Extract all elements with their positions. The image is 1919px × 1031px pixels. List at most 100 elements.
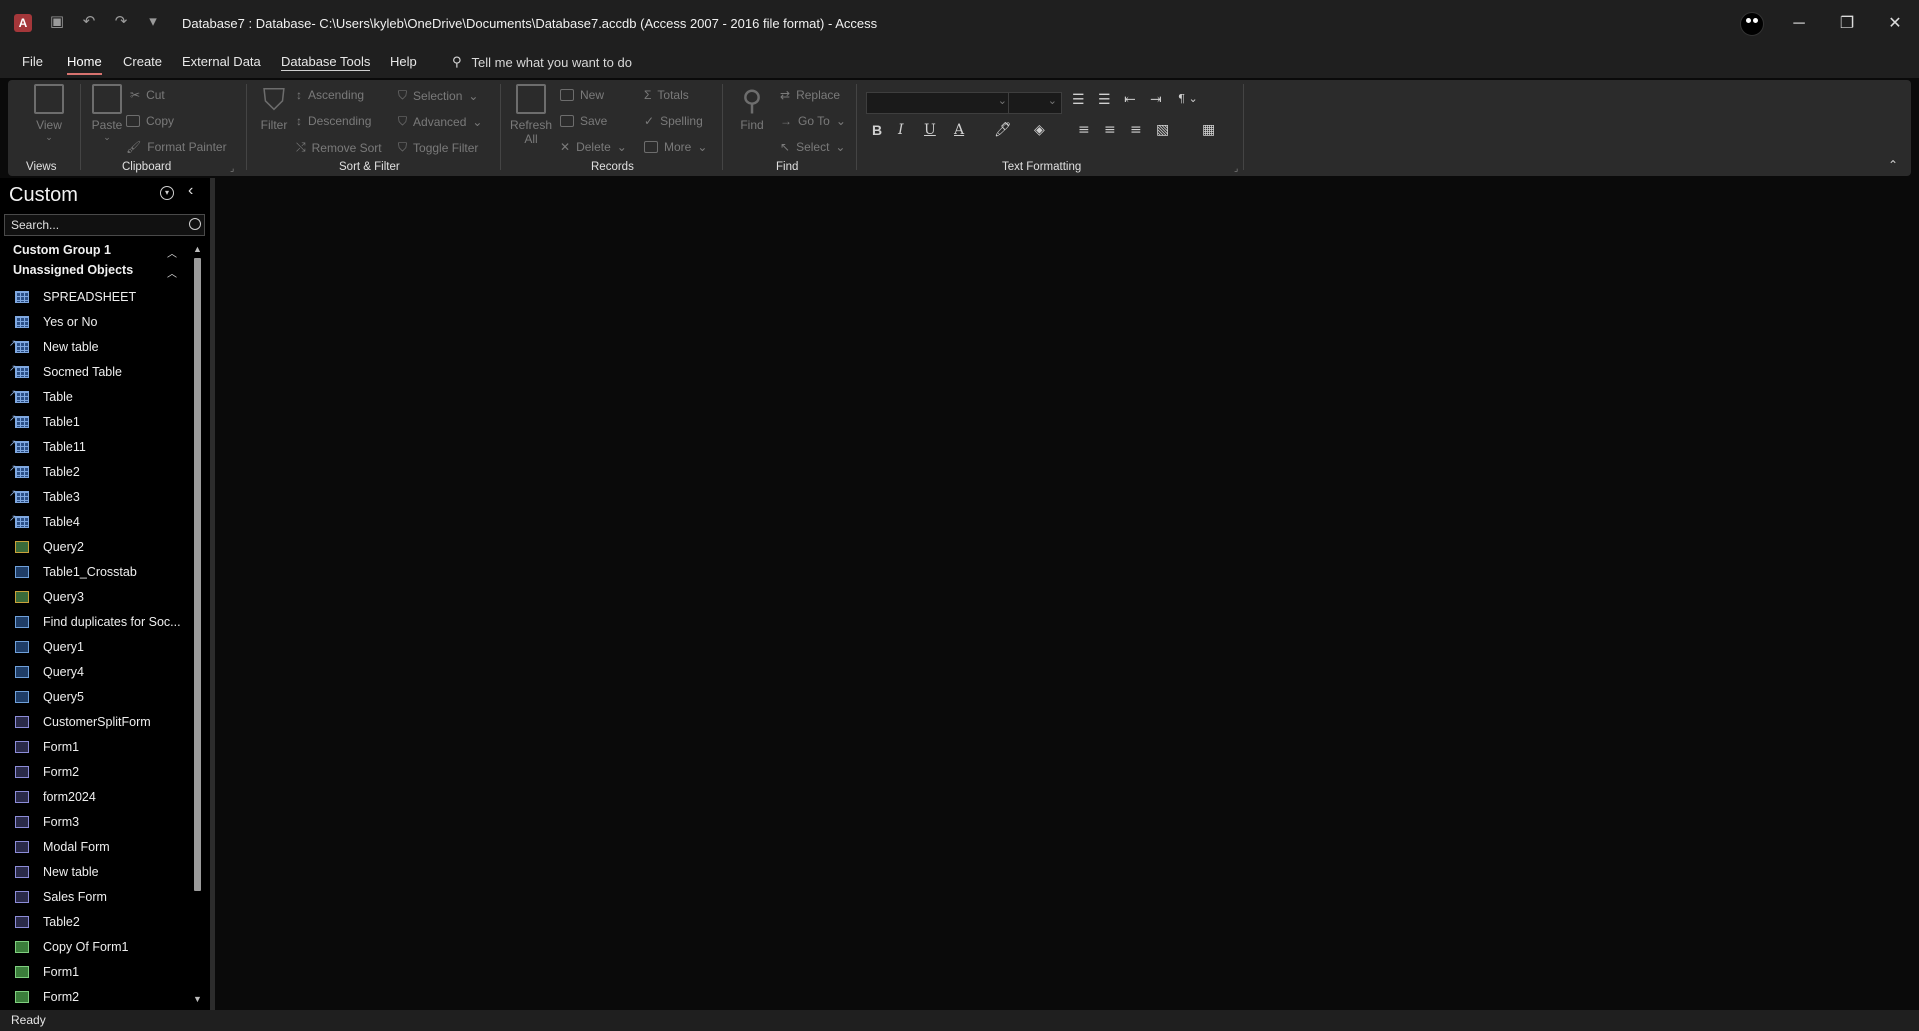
tab-external-data[interactable]: External Data xyxy=(182,54,261,69)
nav-item[interactable]: ↗ Table1 xyxy=(0,410,190,435)
decrease-indent-icon[interactable]: ⇤ xyxy=(1124,92,1136,108)
nav-item[interactable]: ↗ Table11 xyxy=(0,435,190,460)
refresh-all-button[interactable]: Refresh All xyxy=(508,84,554,146)
spelling-button[interactable]: ✓ Spelling xyxy=(644,114,703,128)
font-name-combo[interactable] xyxy=(866,92,1012,114)
shutter-bar-close-icon[interactable]: ‹ xyxy=(188,182,193,200)
nav-item[interactable]: CustomerSplitForm xyxy=(0,710,190,735)
select-button[interactable]: ↖ Select ⌄ xyxy=(780,140,845,154)
nav-item[interactable]: ↗ Table xyxy=(0,385,190,410)
nav-item[interactable]: ↗ Socmed Table xyxy=(0,360,190,385)
underline-button[interactable]: U xyxy=(924,122,936,138)
user-avatar[interactable] xyxy=(1740,12,1764,36)
fill-color-icon[interactable]: ◈ xyxy=(1034,122,1045,138)
nav-item[interactable]: Query3 xyxy=(0,585,190,610)
undo-icon[interactable]: ↶ xyxy=(78,12,100,30)
remove-sort-button[interactable]: ⤭ Remove Sort xyxy=(296,140,382,155)
align-center-icon[interactable]: ≡ xyxy=(1104,122,1116,138)
view-button[interactable]: View ⌄ xyxy=(22,84,76,143)
selection-button[interactable]: ⛉ Selection ⌄ xyxy=(398,88,478,103)
advanced-button[interactable]: ⛉ Advanced ⌄ xyxy=(398,114,482,129)
replace-button[interactable]: ⇄ Replace xyxy=(780,88,840,102)
group-header-unassigned-objects[interactable]: Unassigned Objects xyxy=(13,263,133,277)
dialog-launcher-icon[interactable]: ⌟ xyxy=(1234,163,1238,174)
align-right-icon[interactable]: ≡ xyxy=(1130,122,1142,138)
save-icon[interactable]: ▣ xyxy=(46,12,68,30)
goto-button[interactable]: → Go To ⌄ xyxy=(780,114,846,128)
nav-item[interactable]: ↗ Table3 xyxy=(0,485,190,510)
nav-item[interactable]: Query1 xyxy=(0,635,190,660)
gridlines-icon[interactable]: ▦ xyxy=(1202,122,1215,138)
nav-item[interactable]: Find duplicates for Soc... xyxy=(0,610,190,635)
redo-icon[interactable]: ↷ xyxy=(110,12,132,30)
scroll-up-arrow-icon[interactable]: ▲ xyxy=(193,244,202,254)
nav-menu-icon[interactable]: ▾ xyxy=(160,186,174,200)
customize-qat-icon[interactable]: ▾ xyxy=(142,12,164,30)
ascending-button[interactable]: ↕ Ascending xyxy=(296,88,364,102)
nav-pane-title[interactable]: Custom xyxy=(9,184,78,207)
nav-item[interactable]: Form1 xyxy=(0,960,190,985)
nav-item[interactable]: Form2 xyxy=(0,760,190,785)
cut-button[interactable]: ✂ Cut xyxy=(130,88,165,102)
nav-item[interactable]: Table2 xyxy=(0,910,190,935)
tab-help[interactable]: Help xyxy=(390,54,417,69)
alternate-row-color-icon[interactable]: ▧ xyxy=(1156,122,1169,138)
nav-item[interactable]: Form2 xyxy=(0,985,190,1010)
nav-item[interactable]: Query2 xyxy=(0,535,190,560)
nav-search-input[interactable] xyxy=(5,215,185,235)
find-button[interactable]: ⚲ Find xyxy=(732,84,772,132)
bold-button[interactable]: B xyxy=(872,122,882,138)
minimize-button[interactable]: ─ xyxy=(1775,0,1823,48)
tab-database-tools[interactable]: Database Tools xyxy=(281,54,371,71)
nav-item[interactable]: ↗ New table xyxy=(0,335,190,360)
descending-button[interactable]: ↕ Descending xyxy=(296,114,371,128)
nav-item[interactable]: New table xyxy=(0,860,190,885)
delete-record-button[interactable]: ✕ Delete ⌄ xyxy=(560,140,627,154)
copy-button[interactable]: Copy xyxy=(126,114,174,128)
format-painter-button[interactable]: 🖌 Format Painter xyxy=(126,140,227,154)
nav-item[interactable]: Table1_Crosstab xyxy=(0,560,190,585)
more-button[interactable]: More ⌄ xyxy=(644,140,707,154)
save-record-button[interactable]: Save xyxy=(560,114,607,128)
numbering-icon[interactable]: ☰ xyxy=(1098,92,1111,108)
tab-file[interactable]: File xyxy=(22,54,43,69)
nav-item[interactable]: Query4 xyxy=(0,660,190,685)
nav-item[interactable]: Form3 xyxy=(0,810,190,835)
tell-me-search[interactable]: ⚲ Tell me what you want to do xyxy=(452,54,632,70)
toggle-filter-button[interactable]: ⛉ Toggle Filter xyxy=(398,140,478,155)
close-button[interactable]: ✕ xyxy=(1871,0,1919,48)
group-header-custom-group-1[interactable]: Custom Group 1 xyxy=(13,243,111,257)
new-record-button[interactable]: New xyxy=(560,88,604,102)
nav-item[interactable]: SPREADSHEET xyxy=(0,285,190,310)
nav-item[interactable]: ↗ Table4 xyxy=(0,510,190,535)
totals-button[interactable]: Σ Totals xyxy=(644,88,689,102)
scrollbar-thumb[interactable] xyxy=(194,258,201,891)
scroll-down-arrow-icon[interactable]: ▼ xyxy=(193,994,202,1004)
chevron-up-icon[interactable]: ︿ xyxy=(167,265,177,280)
increase-indent-icon[interactable]: ⇥ xyxy=(1150,92,1162,108)
italic-button[interactable]: I xyxy=(898,122,904,138)
bullets-icon[interactable]: ☰ xyxy=(1072,92,1085,108)
font-color-button[interactable]: A xyxy=(954,122,964,138)
nav-item[interactable]: Yes or No xyxy=(0,310,190,335)
filter-button[interactable]: ⛉ Filter xyxy=(252,84,296,132)
tab-create[interactable]: Create xyxy=(123,54,162,69)
paragraph-direction-icon[interactable]: ¶ ⌄ xyxy=(1178,92,1198,105)
paste-button[interactable]: Paste ⌄ xyxy=(84,84,130,143)
nav-item[interactable]: Modal Form xyxy=(0,835,190,860)
collapse-ribbon-icon[interactable]: ⌃ xyxy=(1888,158,1898,172)
restore-button[interactable]: ❐ xyxy=(1823,0,1871,48)
font-size-combo[interactable] xyxy=(1008,92,1062,114)
search-icon[interactable] xyxy=(189,218,201,230)
access-app-icon[interactable]: A xyxy=(14,14,32,32)
highlight-icon[interactable]: 🖊 xyxy=(994,122,1012,138)
dialog-launcher-icon[interactable]: ⌟ xyxy=(230,163,234,174)
nav-item[interactable]: form2024 xyxy=(0,785,190,810)
nav-item[interactable]: Query5 xyxy=(0,685,190,710)
align-left-icon[interactable]: ≡ xyxy=(1078,122,1090,138)
tab-home[interactable]: Home xyxy=(67,54,102,75)
nav-item[interactable]: ↗ Table2 xyxy=(0,460,190,485)
chevron-up-icon[interactable]: ︿ xyxy=(167,245,177,260)
nav-item[interactable]: Sales Form xyxy=(0,885,190,910)
nav-item[interactable]: Copy Of Form1 xyxy=(0,935,190,960)
